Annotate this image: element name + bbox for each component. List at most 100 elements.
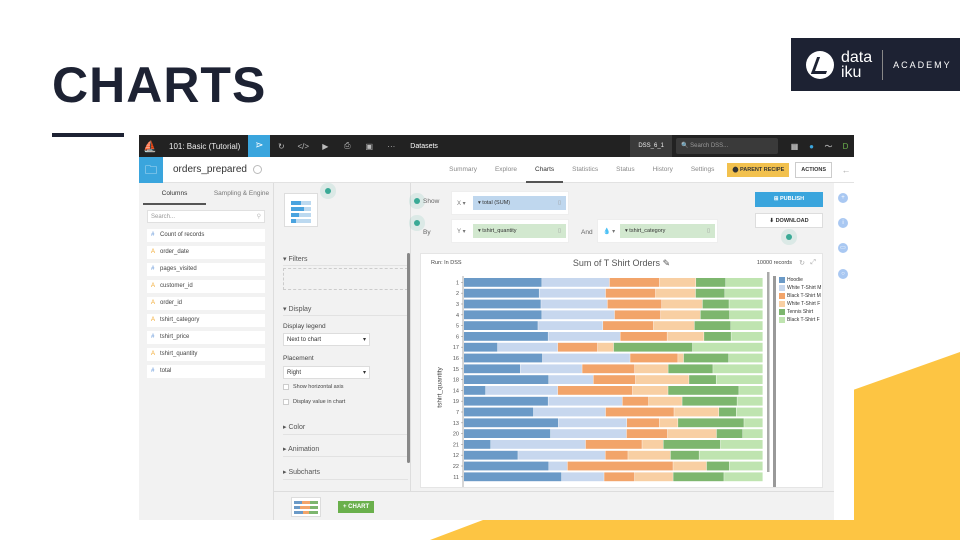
bar-segment-black-t-shirt-m[interactable]	[626, 418, 660, 428]
bar-segment-white-t-shirt-m[interactable]	[542, 310, 615, 320]
bar-segment-black-t-shirt-f[interactable]	[720, 440, 763, 449]
bar-segment-black-t-shirt-f[interactable]	[736, 407, 763, 417]
bar-segment-black-t-shirt-m[interactable]	[603, 321, 654, 330]
bar-segment-black-t-shirt-f[interactable]	[742, 429, 763, 438]
edit-icon[interactable]	[252, 165, 262, 174]
actions-button[interactable]: ACTIONS	[795, 161, 832, 178]
bar-segment-tennis-shirt[interactable]	[695, 288, 725, 298]
bar-segment-hoodie[interactable]	[464, 386, 486, 395]
user-avatar[interactable]: D	[837, 142, 854, 151]
project-name[interactable]: 101: Basic (Tutorial)	[161, 142, 248, 151]
legend-item[interactable]: Black T-Shirt M	[779, 292, 821, 300]
bar-segment-tennis-shirt[interactable]	[696, 278, 726, 287]
dss-home-icon[interactable]: ⛵	[139, 140, 161, 153]
tutorial-hotspot[interactable]	[414, 198, 420, 204]
bar-segment-tennis-shirt[interactable]	[670, 450, 699, 460]
tab-explore[interactable]: Explore	[486, 157, 526, 183]
column-item[interactable]: # total	[147, 365, 265, 378]
bar-segment-black-t-shirt-m[interactable]	[567, 461, 673, 471]
bar-segment-hoodie[interactable]	[464, 429, 551, 438]
bar-segment-black-t-shirt-m[interactable]	[557, 342, 598, 352]
bar-segment-black-t-shirt-f[interactable]	[731, 332, 763, 341]
tab-sampling-engine[interactable]: Sampling & Engine	[210, 183, 273, 205]
bar-segment-white-t-shirt-m[interactable]	[548, 332, 620, 341]
bar-segment-hoodie[interactable]	[464, 288, 539, 298]
bar-segment-black-t-shirt-f[interactable]	[716, 375, 763, 384]
color-field-pill[interactable]: ▾ tshirt_category	[620, 224, 715, 238]
filters-section-toggle[interactable]: ▾ Filters	[283, 255, 308, 263]
bar-segment-tennis-shirt[interactable]	[668, 386, 739, 395]
publish-button[interactable]: ⊞ PUBLISH	[755, 192, 823, 207]
bar-segment-white-t-shirt-f[interactable]	[660, 310, 701, 320]
discussion-icon[interactable]: ○	[838, 269, 848, 279]
jobs-icon[interactable]: ⎙	[336, 141, 358, 151]
bar-segment-white-t-shirt-f[interactable]	[673, 461, 707, 471]
help-icon[interactable]: ●	[803, 142, 820, 151]
bar-segment-hoodie[interactable]	[464, 299, 541, 309]
bar-segment-white-t-shirt-m[interactable]	[542, 353, 630, 363]
bar-segment-tennis-shirt[interactable]	[673, 472, 724, 482]
bar-segment-black-t-shirt-f[interactable]	[729, 461, 763, 471]
apps-grid-icon[interactable]: ▦	[786, 142, 803, 151]
bar-segment-black-t-shirt-m[interactable]	[614, 310, 661, 320]
bar-segment-white-t-shirt-m[interactable]	[533, 407, 606, 417]
checkbox-box[interactable]	[283, 384, 289, 390]
column-item[interactable]: Aorder_date	[147, 246, 265, 259]
tab-charts[interactable]: Charts	[526, 157, 564, 183]
section-datasets[interactable]: Datasets	[410, 143, 438, 150]
y-axis-label[interactable]: Y ▾	[457, 228, 466, 235]
animation-section-toggle[interactable]: ▸ Animation	[283, 445, 319, 453]
column-item[interactable]: # Count of records	[147, 229, 265, 242]
chart-type-selector[interactable]	[284, 193, 318, 227]
bar-segment-black-t-shirt-f[interactable]	[729, 299, 763, 309]
comments-icon[interactable]: ▭	[838, 243, 848, 253]
bar-segment-black-t-shirt-f[interactable]	[739, 386, 763, 395]
legend-item[interactable]: Hoodie	[779, 276, 821, 284]
bar-segment-white-t-shirt-f[interactable]	[634, 472, 673, 482]
chart-scrollbar[interactable]	[767, 272, 770, 472]
bar-segment-white-t-shirt-m[interactable]	[541, 299, 608, 309]
bar-segment-white-t-shirt-f[interactable]	[678, 353, 684, 363]
bar-segment-white-t-shirt-m[interactable]	[550, 429, 627, 438]
legend-item[interactable]: Black T-Shirt F	[779, 316, 821, 324]
column-item[interactable]: # pages_visited	[147, 263, 265, 276]
bar-segment-black-t-shirt-m[interactable]	[604, 472, 635, 482]
bar-segment-white-t-shirt-m[interactable]	[520, 364, 582, 374]
bar-segment-hoodie[interactable]	[464, 440, 491, 449]
code-icon[interactable]: </>	[292, 142, 314, 151]
refresh-icon[interactable]: ↻	[270, 142, 292, 151]
bar-segment-white-t-shirt-f[interactable]	[667, 429, 717, 438]
bar-segment-black-t-shirt-f[interactable]	[725, 278, 763, 287]
bar-segment-black-t-shirt-m[interactable]	[609, 278, 660, 287]
bar-segment-tennis-shirt[interactable]	[694, 321, 731, 330]
bar-segment-tennis-shirt[interactable]	[689, 375, 716, 384]
bar-segment-tennis-shirt[interactable]	[700, 310, 730, 320]
bar-segment-black-t-shirt-m[interactable]	[605, 450, 628, 460]
tab-settings[interactable]: Settings	[682, 157, 724, 183]
bar-segment-black-t-shirt-f[interactable]	[728, 353, 763, 363]
bar-segment-white-t-shirt-m[interactable]	[561, 472, 604, 482]
bar-segment-white-t-shirt-f[interactable]	[648, 396, 682, 406]
bar-segment-white-t-shirt-f[interactable]	[661, 299, 703, 309]
bar-segment-white-t-shirt-f[interactable]	[628, 450, 671, 460]
more-icon[interactable]: ···	[380, 142, 402, 151]
display-value-checkbox[interactable]: Display value in chart	[283, 399, 345, 405]
bar-segment-black-t-shirt-m[interactable]	[585, 440, 642, 449]
column-item[interactable]: Aorder_id	[147, 297, 265, 310]
bar-segment-white-t-shirt-f[interactable]	[655, 288, 696, 298]
column-item[interactable]: Acustomer_id	[147, 280, 265, 293]
bar-segment-tennis-shirt[interactable]	[682, 396, 737, 406]
bar-segment-tennis-shirt[interactable]	[719, 407, 736, 417]
bar-segment-hoodie[interactable]	[464, 450, 518, 460]
bar-segment-black-t-shirt-f[interactable]	[737, 396, 763, 406]
bar-segment-black-t-shirt-m[interactable]	[626, 429, 668, 438]
info-icon[interactable]: i	[838, 218, 848, 228]
bar-segment-white-t-shirt-f[interactable]	[635, 375, 689, 384]
bar-segment-tennis-shirt[interactable]	[716, 429, 743, 438]
bar-segment-tennis-shirt[interactable]	[706, 461, 730, 471]
bar-segment-black-t-shirt-f[interactable]	[725, 288, 763, 298]
show-horizontal-axis-checkbox[interactable]: Show horizontal axis	[283, 384, 343, 390]
bar-segment-tennis-shirt[interactable]	[668, 364, 713, 374]
bar-segment-black-t-shirt-f[interactable]	[724, 472, 763, 482]
bar-segment-white-t-shirt-f[interactable]	[634, 364, 668, 374]
